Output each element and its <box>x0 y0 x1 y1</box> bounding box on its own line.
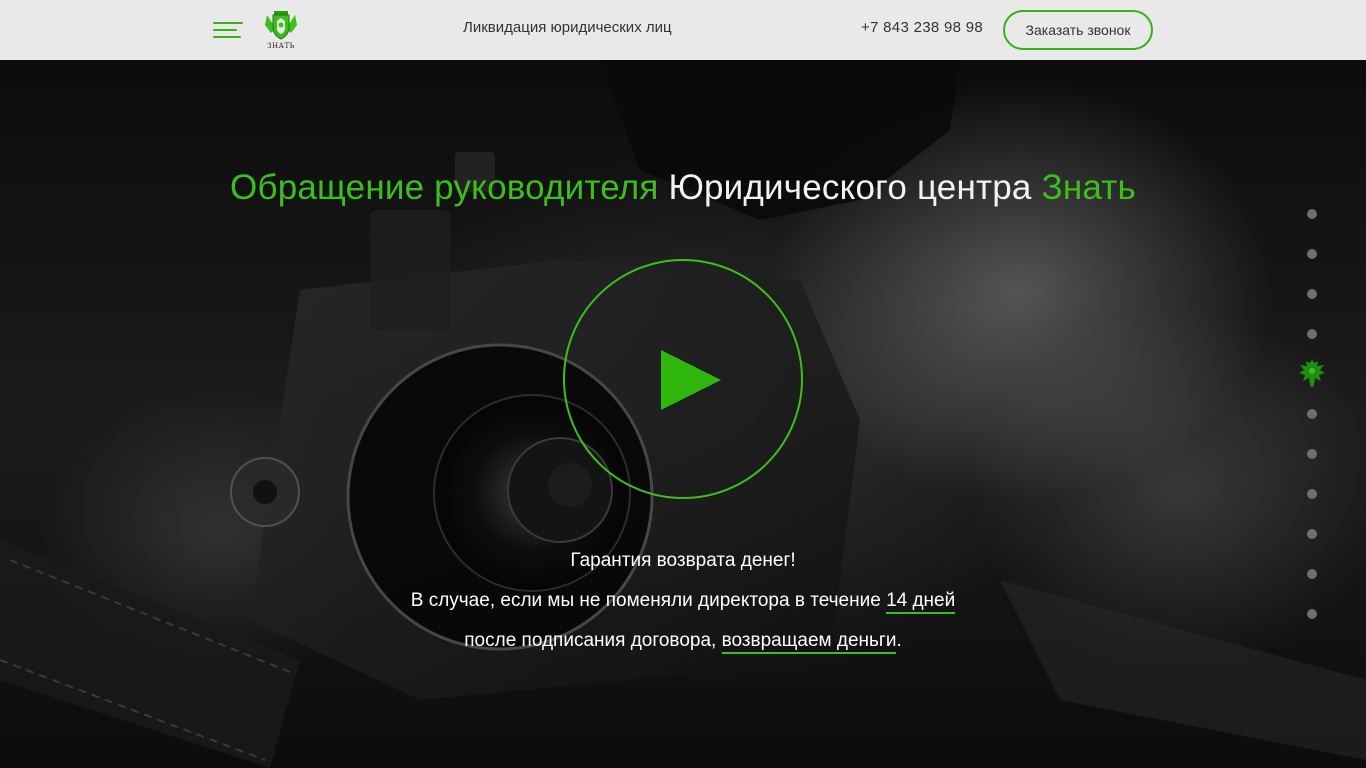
site-logo[interactable]: ЗНАТЬ <box>262 9 300 53</box>
nav-dot-8[interactable] <box>1307 489 1317 499</box>
top-header: ЗНАТЬ Ликвидация юридических лиц +7 843 … <box>0 0 1366 60</box>
hero-title-part-1: Обращение руководителя <box>230 168 659 207</box>
guarantee-text-line-2: после подписания договора, возвращаем де… <box>0 630 1366 654</box>
hero-section: Обращение руководителя Юридического цент… <box>0 60 1366 768</box>
nav-title-link[interactable]: Ликвидация юридических лиц <box>463 19 672 36</box>
money-back-link[interactable]: возвращаем деньги <box>721 630 897 654</box>
guarantee-line-2-text: после подписания договора, <box>464 630 717 651</box>
nav-dot-2[interactable] <box>1307 249 1317 259</box>
nav-dot-4[interactable] <box>1307 329 1317 339</box>
hero-title-part-2: Юридического центра <box>668 168 1032 207</box>
guarantee-heading: Гарантия возврата денег! <box>570 550 796 571</box>
period-text: . <box>896 630 902 651</box>
phone-number[interactable]: +7 843 238 98 98 <box>861 19 983 36</box>
nav-dot-6[interactable] <box>1307 409 1317 419</box>
hero-title-part-3: Знать <box>1041 168 1136 207</box>
nav-dot-1[interactable] <box>1307 209 1317 219</box>
nav-dot-11[interactable] <box>1307 609 1317 619</box>
nav-dot-10[interactable] <box>1307 569 1317 579</box>
guarantee-text-line-1: В случае, если мы не поменяли директора … <box>0 590 1366 614</box>
crest-shield-icon <box>265 11 297 40</box>
nav-dot-3[interactable] <box>1307 289 1317 299</box>
play-icon <box>661 350 721 410</box>
guarantee-line-1-text: В случае, если мы не поменяли директора … <box>410 590 881 611</box>
nav-dot-9[interactable] <box>1307 529 1317 539</box>
section-dot-nav <box>1290 60 1334 768</box>
play-video-button[interactable] <box>563 259 803 499</box>
order-call-button[interactable]: Заказать звонок <box>1003 10 1153 50</box>
fourteen-days-link[interactable]: 14 дней <box>886 590 956 614</box>
nav-dot-7[interactable] <box>1307 449 1317 459</box>
eagle-emblem-icon[interactable] <box>1298 357 1326 389</box>
logo-text: ЗНАТЬ <box>267 42 295 50</box>
hamburger-menu-icon[interactable] <box>213 20 243 40</box>
hero-title: Обращение руководителя Юридического цент… <box>0 168 1366 208</box>
